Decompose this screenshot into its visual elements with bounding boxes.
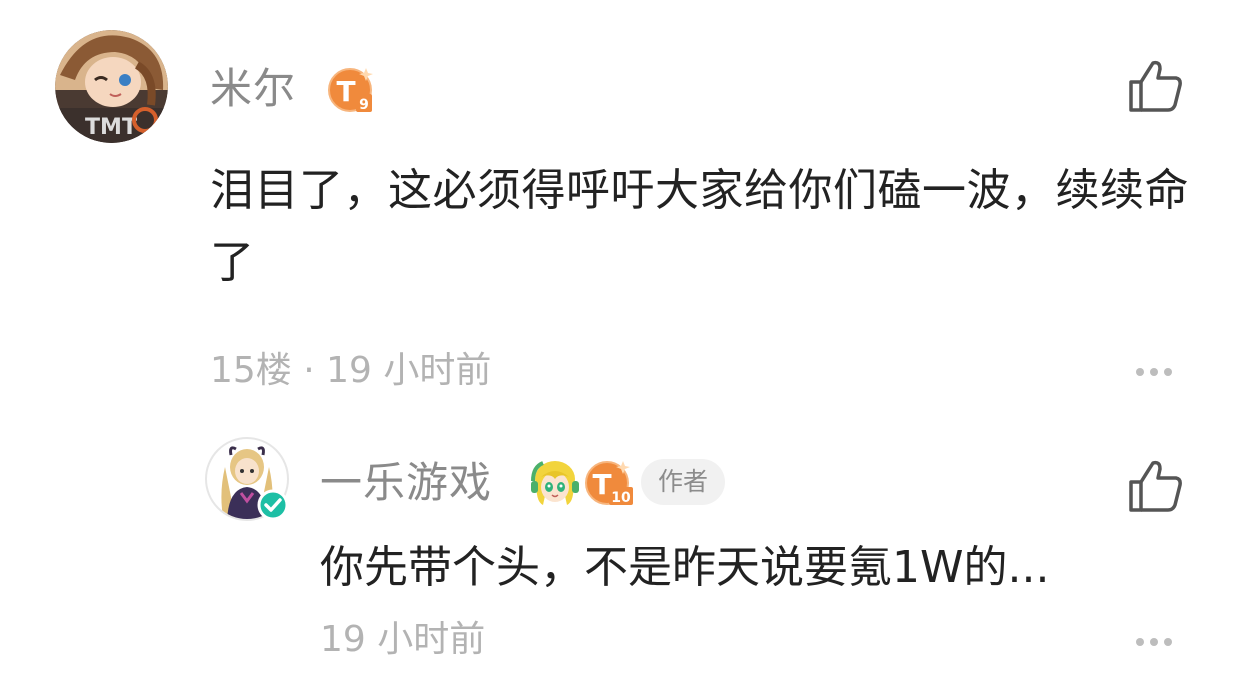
author-tag: 作者 xyxy=(641,459,725,505)
svg-text:T: T xyxy=(336,75,355,108)
thumbs-up-icon xyxy=(1129,460,1182,512)
like-button[interactable] xyxy=(1126,458,1184,514)
game-character-avatar-icon: TMT xyxy=(55,30,168,143)
mascot-badge-icon xyxy=(529,457,581,509)
user-avatar[interactable]: TMT xyxy=(55,30,168,143)
level-badge-icon: T 9 xyxy=(326,64,378,116)
svg-text:T: T xyxy=(592,468,611,501)
reply-meta: 19 小时前 xyxy=(320,619,486,660)
svg-text:9: 9 xyxy=(359,97,369,113)
more-dots-icon xyxy=(1136,638,1144,646)
more-dots-icon xyxy=(1136,368,1144,376)
verified-check-icon xyxy=(257,489,289,521)
comment-thread: TMT 米尔 T 9 泪目了，这必须得呼吁大家给你们磕一波，续续命了 15楼 ·… xyxy=(0,0,1260,700)
svg-text:TMT: TMT xyxy=(85,115,137,140)
comment-body: 泪目了，这必须得呼吁大家给你们磕一波，续续命了 xyxy=(210,165,1189,288)
comment-meta: 15楼 · 19 小时前 xyxy=(210,350,492,391)
thumbs-up-icon xyxy=(1129,60,1182,112)
level-badge-icon: T 10 xyxy=(583,457,635,509)
more-options-button[interactable] xyxy=(1134,636,1174,648)
reply-avatar[interactable] xyxy=(205,437,293,525)
like-button[interactable] xyxy=(1126,58,1184,114)
comment-username[interactable]: 米尔 xyxy=(210,68,296,110)
reply-username[interactable]: 一乐游戏 xyxy=(320,462,492,504)
more-options-button[interactable] xyxy=(1134,366,1174,378)
svg-text:10: 10 xyxy=(611,490,631,506)
reply-body: 你先带个头，不是昨天说要氪1W的... xyxy=(320,542,1050,593)
